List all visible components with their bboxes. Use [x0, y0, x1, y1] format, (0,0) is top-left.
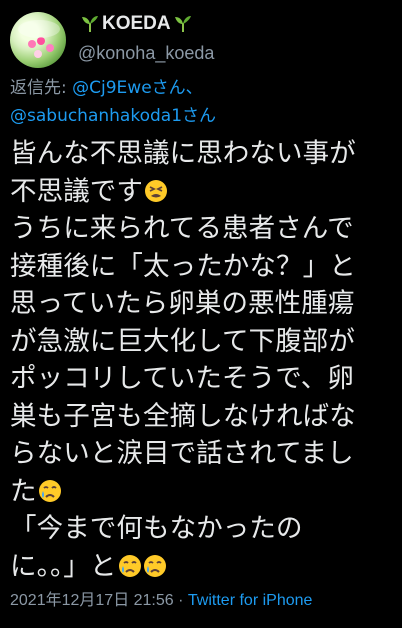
user-handle[interactable]: @konoha_koeda: [78, 42, 214, 64]
tired-face-icon: [145, 179, 167, 202]
reply-prefix: 返信先:: [10, 78, 73, 98]
tweet-line: が急激に巨大化して下腹部が: [10, 325, 356, 357]
reply-context: 返信先: @Cj9Eweさん、 @sabuchanhakoda1さん: [10, 74, 392, 130]
crying-face-icon: [143, 554, 166, 577]
tweet-line: らないと涙目で話されてまし: [10, 438, 354, 469]
sprout-icon: [82, 16, 98, 32]
user-info: KOEDA @konoha_koeda: [78, 12, 214, 64]
source-link[interactable]: Twitter for iPhone: [188, 592, 313, 609]
tweet-header: KOEDA @konoha_koeda: [10, 10, 392, 70]
tweet-line: に。。」と: [10, 548, 392, 586]
tweet-line: 「今まで何もなかったの: [10, 513, 303, 544]
crying-face-icon: [38, 479, 61, 502]
tweet-body: 皆んな不思議に思わない事が 不思議です うちに来られてる患者さんで 接種後に「太…: [10, 135, 392, 585]
tweet-line: 接種後に「太ったかな？」と: [10, 250, 356, 282]
tweet-line: 思っていたら卵巣の悪性腫瘍: [10, 288, 355, 319]
tweet-line-text: 不思議です: [10, 175, 143, 207]
display-name: KOEDA: [102, 13, 171, 34]
tweet-line: ポッコリしていたそうで、卵: [10, 363, 354, 394]
sprout-icon: [174, 16, 191, 32]
tweet-line: うちに来られてる患者さんで: [10, 213, 354, 244]
avatar[interactable]: [10, 12, 66, 68]
tweet-meta: 2021年12月17日 21:56 · Twitter for iPhone: [10, 590, 392, 612]
tweet-line-text: に。。」と: [10, 550, 117, 582]
mention-link-2[interactable]: @sabuchanhakoda1さん: [10, 106, 216, 126]
mention-link-1[interactable]: @Cj9Eweさん、: [72, 78, 203, 98]
tweet-line: 不思議です: [10, 173, 392, 211]
tweet-line: 巣も子宮も全摘しなければな: [10, 400, 356, 432]
crying-face-icon: [118, 554, 141, 577]
tweet-line: た: [10, 473, 392, 511]
tweet-line-text: た: [10, 475, 37, 507]
tweet-line: 皆んな不思議に思わない事が: [10, 138, 356, 169]
display-name-row[interactable]: KOEDA: [78, 12, 214, 36]
timestamp[interactable]: 2021年12月17日 21:56: [10, 592, 174, 609]
meta-separator: ·: [173, 592, 188, 609]
